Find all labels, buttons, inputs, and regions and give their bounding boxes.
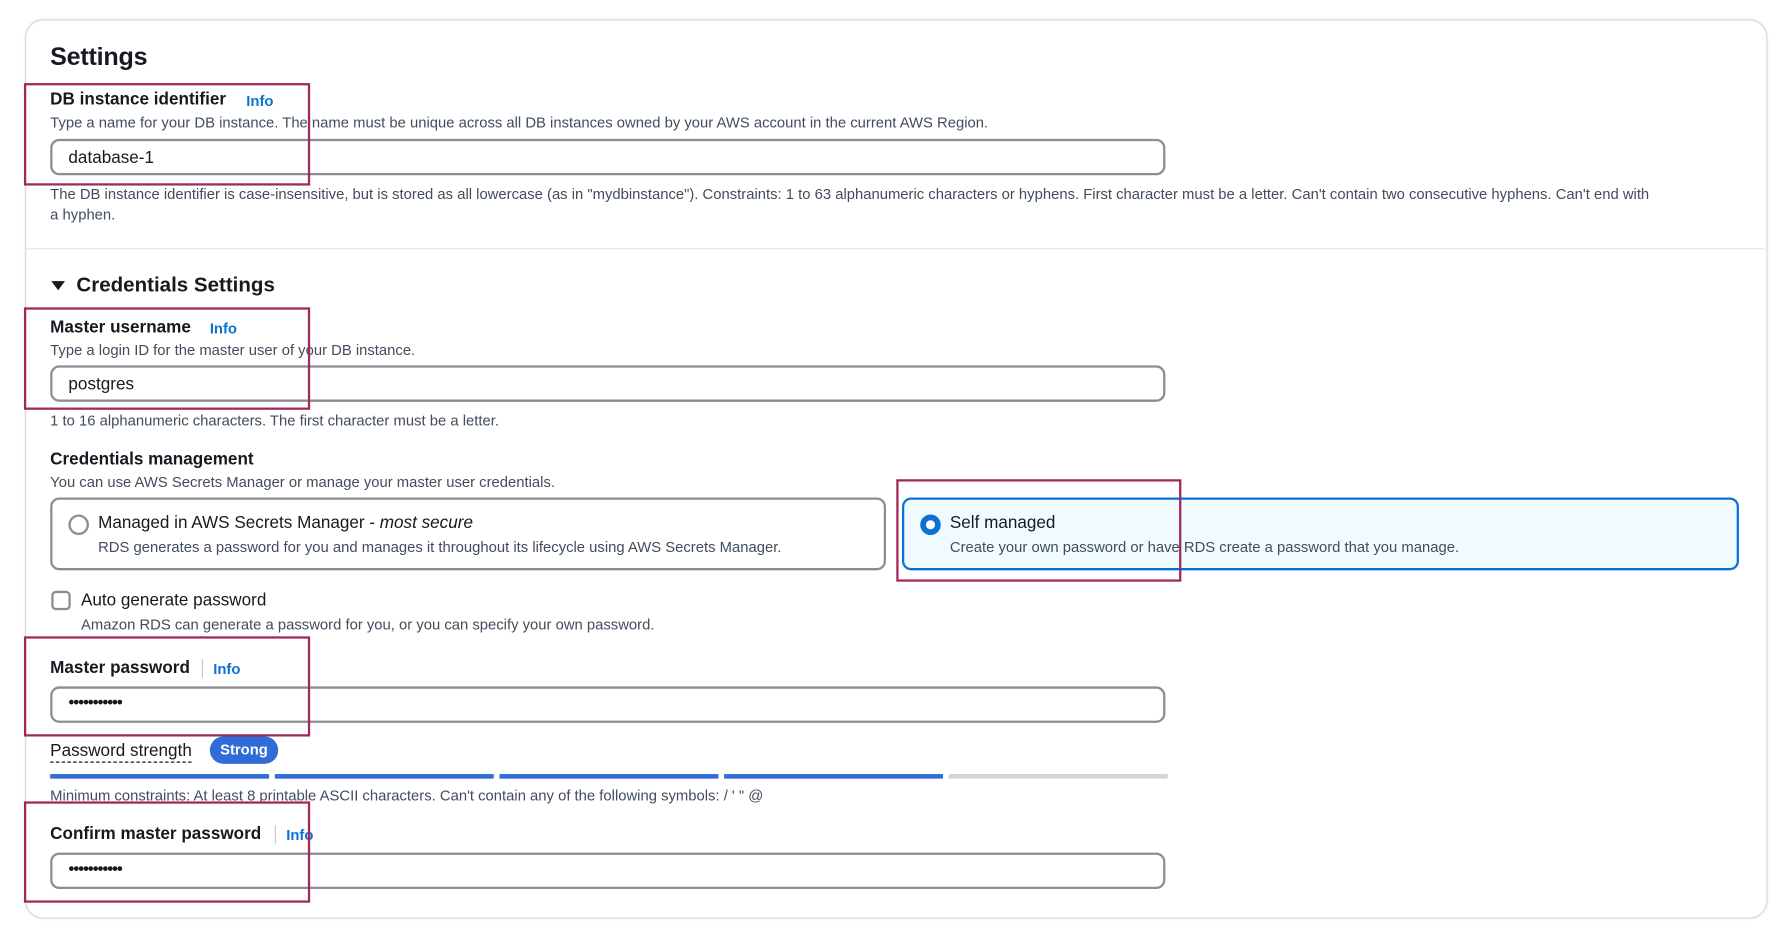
master-password-info-link[interactable]: Info: [213, 660, 240, 677]
strength-segment-1: [50, 774, 270, 779]
self-managed-description: Create your own password or have RDS cre…: [949, 538, 1460, 556]
self-managed-option[interactable]: Self managed Create your own password or…: [901, 497, 1739, 571]
db-identifier-value: database-1: [68, 147, 155, 168]
confirm-password-separator: [274, 825, 276, 844]
caret-down-icon: [51, 281, 65, 291]
master-username-info-link[interactable]: Info: [210, 320, 237, 337]
self-managed-title: Self managed: [949, 513, 1056, 533]
self-managed-radio[interactable]: [920, 514, 941, 536]
strength-badge: Strong: [209, 736, 279, 764]
auto-generate-checkbox[interactable]: [51, 590, 71, 611]
db-identifier-constraint-line2: a hyphen.: [50, 206, 116, 224]
confirm-password-input[interactable]: •••••••••••: [50, 852, 1166, 890]
auto-generate-description: Amazon RDS can generate a password for y…: [80, 615, 655, 633]
master-username-input[interactable]: postgres: [50, 365, 1166, 402]
master-password-separator: [201, 659, 203, 678]
db-identifier-constraint: The DB instance identifier is case-insen…: [50, 184, 1749, 225]
db-identifier-input[interactable]: database-1: [50, 138, 1166, 176]
db-identifier-description: Type a name for your DB instance. The na…: [50, 113, 989, 131]
master-password-label: Master password: [50, 657, 190, 678]
credentials-management-label: Credentials management: [50, 449, 254, 470]
master-username-value: postgres: [68, 374, 135, 394]
secrets-manager-radio[interactable]: [68, 514, 89, 536]
secrets-manager-option[interactable]: Managed in AWS Secrets Manager - most se…: [50, 497, 887, 571]
confirm-password-info-link[interactable]: Info: [286, 826, 313, 843]
credentials-section-title: Credentials Settings: [76, 273, 275, 296]
strength-segment-3: [499, 774, 719, 779]
section-divider: [25, 248, 1766, 250]
confirm-password-label: Confirm master password: [50, 824, 262, 844]
secrets-manager-description: RDS generates a password for you and man…: [98, 538, 782, 556]
db-identifier-label: DB instance identifier: [50, 89, 227, 110]
secrets-manager-title: Managed in AWS Secrets Manager - most se…: [98, 513, 473, 533]
master-username-description: Type a login ID for the master user of y…: [50, 341, 416, 359]
master-password-value: •••••••••••: [68, 693, 122, 713]
master-username-label: Master username: [50, 317, 191, 337]
master-password-input[interactable]: •••••••••••: [50, 686, 1166, 723]
credentials-management-description: You can use AWS Secrets Manager or manag…: [50, 473, 556, 491]
confirm-password-value: •••••••••••: [68, 859, 122, 879]
strength-segment-2: [274, 774, 494, 779]
db-identifier-constraint-line1: The DB instance identifier is case-insen…: [50, 185, 1650, 203]
strength-segment-4: [724, 774, 944, 779]
password-constraint: Minimum constraints: At least 8 printabl…: [50, 786, 764, 804]
strength-segment-5: [948, 774, 1168, 779]
password-strength-label[interactable]: Password strength: [50, 741, 192, 763]
db-identifier-info-link[interactable]: Info: [246, 92, 273, 109]
auto-generate-label[interactable]: Auto generate password: [81, 591, 266, 610]
master-username-constraint: 1 to 16 alphanumeric characters. The fir…: [50, 412, 499, 430]
settings-title: Settings: [50, 42, 148, 71]
